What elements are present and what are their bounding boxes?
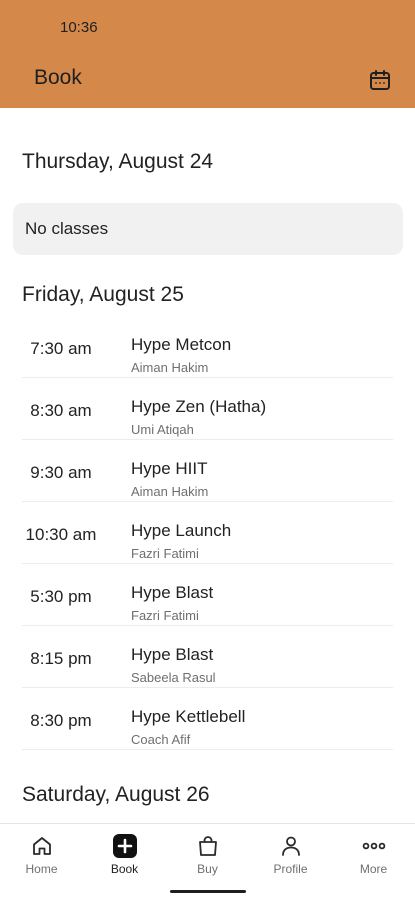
class-coach: Coach Afif: [131, 732, 191, 747]
class-name: Hype Blast: [131, 583, 214, 602]
status-bar-time: 10:36: [60, 19, 98, 36]
home-icon: [29, 833, 55, 859]
class-time: 8:30 am: [30, 401, 92, 420]
class-coach: Sabeela Rasul: [131, 670, 216, 685]
class-row[interactable]: 7:30 am Hype Metcon Aiman Hakim: [0, 316, 415, 378]
bottom-tab-bar: Home Book Buy Profile More: [0, 823, 415, 900]
class-list: 7:30 am Hype Metcon Aiman Hakim 8:30 am …: [0, 316, 415, 750]
class-coach: Aiman Hakim: [131, 360, 209, 375]
class-row[interactable]: 5:30 pm Hype Blast Fazri Fatimi: [0, 564, 415, 626]
tab-more[interactable]: More: [332, 824, 415, 884]
home-indicator: [170, 890, 246, 893]
person-icon: [278, 833, 304, 859]
class-time: 7:30 am: [30, 339, 92, 358]
day-heading: Friday, August 25: [22, 283, 184, 306]
class-name: Hype Kettlebell: [131, 707, 246, 726]
class-name: Hype Metcon: [131, 335, 232, 354]
app-header: 10:36 Book: [0, 0, 415, 108]
tab-profile[interactable]: Profile: [249, 824, 332, 884]
tab-book[interactable]: Book: [83, 824, 166, 884]
class-time: 8:15 pm: [30, 649, 92, 668]
class-coach: Fazri Fatimi: [131, 546, 199, 561]
schedule-list[interactable]: Thursday, August 24 No classes Friday, A…: [0, 108, 415, 823]
class-name: Hype Blast: [131, 645, 214, 664]
no-classes-text: No classes: [25, 219, 109, 238]
class-time: 8:30 pm: [30, 711, 92, 730]
class-row[interactable]: 8:15 pm Hype Blast Sabeela Rasul: [0, 626, 415, 688]
class-name: Hype Zen (Hatha): [131, 397, 267, 416]
class-name: Hype Launch: [131, 521, 232, 540]
class-time: 5:30 pm: [30, 587, 92, 606]
tab-home[interactable]: Home: [0, 824, 83, 884]
tab-label: Book: [110, 862, 139, 876]
class-row[interactable]: 8:30 am Hype Zen (Hatha) Umi Atiqah: [0, 378, 415, 440]
class-time: 9:30 am: [30, 463, 92, 482]
tab-label: Profile: [273, 862, 308, 876]
tab-label: More: [359, 862, 388, 876]
class-time: 10:30 am: [25, 525, 97, 544]
class-coach: Aiman Hakim: [131, 484, 209, 499]
tab-label: Home: [25, 862, 58, 876]
class-name: Hype HIIT: [131, 459, 208, 478]
more-dots-icon: [361, 833, 387, 859]
shopping-bag-icon: [195, 833, 221, 859]
page-title: Book: [34, 66, 82, 89]
class-row[interactable]: 8:30 pm Hype Kettlebell Coach Afif: [0, 688, 415, 750]
day-heading: Thursday, August 24: [22, 150, 214, 173]
day-heading: Saturday, August 26: [22, 783, 210, 806]
class-coach: Umi Atiqah: [131, 422, 194, 437]
no-classes-card: No classes: [13, 203, 403, 255]
calendar-icon: [370, 70, 390, 90]
tab-buy[interactable]: Buy: [166, 824, 249, 884]
class-row[interactable]: 10:30 am Hype Launch Fazri Fatimi: [0, 502, 415, 564]
class-row[interactable]: 9:30 am Hype HIIT Aiman Hakim: [0, 440, 415, 502]
plus-square-icon: [112, 833, 138, 859]
class-coach: Fazri Fatimi: [131, 608, 199, 623]
calendar-button[interactable]: [366, 66, 394, 94]
tab-label: Buy: [197, 862, 218, 876]
